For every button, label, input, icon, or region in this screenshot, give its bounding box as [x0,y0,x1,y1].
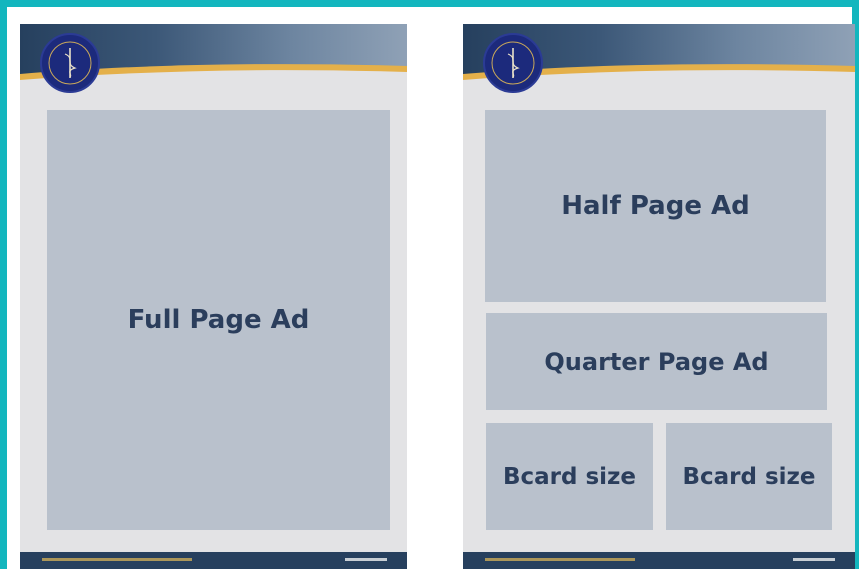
quarter-page-ad-slot: Quarter Page Ad [486,313,827,410]
quarter-page-ad-label: Quarter Page Ad [544,347,769,376]
footer-left-text [42,558,192,561]
medical-staff-logo-icon [40,33,100,93]
bcard-ad-slot-right: Bcard size [666,423,832,530]
layout-canvas: Full Page Ad Half Page Ad Quarter Page A… [7,7,855,569]
medical-staff-logo-icon [483,33,543,93]
page-layout-split: Half Page Ad Quarter Page Ad Bcard size … [463,24,855,569]
page-layout-full: Full Page Ad [20,24,407,569]
footer-left-text [485,558,635,561]
half-page-ad-slot: Half Page Ad [485,110,826,302]
half-page-ad-label: Half Page Ad [561,191,750,221]
footer-right-text [793,558,835,561]
bcard-ad-slot-left: Bcard size [486,423,653,530]
page-footer-bar [20,552,407,569]
bcard-ad-label-right: Bcard size [682,463,816,490]
page-footer-bar [463,552,855,569]
footer-right-text [345,558,387,561]
full-page-ad-slot: Full Page Ad [47,110,390,530]
bcard-ad-label-left: Bcard size [502,463,637,490]
full-page-ad-label: Full Page Ad [127,305,310,335]
